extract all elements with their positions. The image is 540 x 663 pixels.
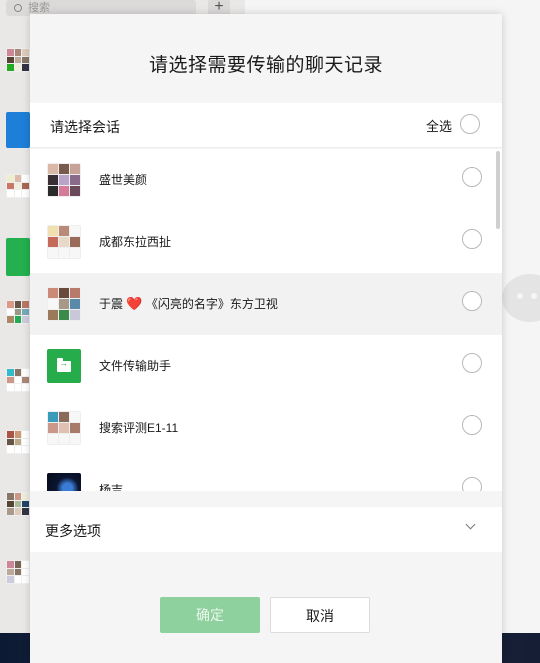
list-item[interactable]: 杨吉 xyxy=(30,459,502,491)
chat-avatar[interactable] xyxy=(6,48,30,72)
conversation-name: 成都东拉西扯 xyxy=(99,235,172,249)
chevron-down-icon[interactable] xyxy=(465,519,476,530)
group-avatar xyxy=(47,411,81,445)
chat-avatar[interactable] xyxy=(6,560,30,584)
conversation-radio[interactable] xyxy=(462,477,482,491)
conversation-radio[interactable] xyxy=(462,415,482,435)
conversation-name: 盛世美颜 xyxy=(99,173,148,187)
select-all-label[interactable]: 全选 xyxy=(426,116,452,135)
conversation-name: 搜索评测E1-11 xyxy=(99,421,179,435)
search-icon xyxy=(14,4,22,12)
chat-avatar[interactable] xyxy=(6,368,30,392)
select-conversation-label: 请选择会话 xyxy=(50,119,120,135)
conversation-list[interactable]: 盛世美颜 成都东拉西扯 于震 ❤️ 《闪亮的名字》东方卫视 文件传输助手 xyxy=(30,149,502,491)
group-avatar xyxy=(47,287,81,321)
more-options-row[interactable]: 更多选项 xyxy=(30,507,502,552)
list-item[interactable]: 成都东拉西扯 xyxy=(30,211,502,273)
heart-icon: ❤️ xyxy=(126,296,143,311)
chat-avatar[interactable] xyxy=(6,238,30,276)
confirm-button[interactable]: 确定 xyxy=(160,597,260,633)
list-item[interactable]: 盛世美颜 xyxy=(30,149,502,211)
select-all-radio[interactable] xyxy=(460,114,480,134)
chat-avatar[interactable] xyxy=(6,112,30,148)
transfer-chat-history-dialog: 请选择需要传输的聊天记录 请选择会话 全选 盛世美颜 成都东拉西扯 于震 ❤️ … xyxy=(30,14,502,663)
chat-avatar[interactable] xyxy=(6,430,30,454)
chat-avatar[interactable] xyxy=(6,300,30,324)
list-item[interactable]: 搜索评测E1-11 xyxy=(30,397,502,459)
group-avatar xyxy=(47,163,81,197)
list-item[interactable]: 于震 ❤️ 《闪亮的名字》东方卫视 xyxy=(30,273,502,335)
file-transfer-icon xyxy=(47,349,81,383)
conversation-radio[interactable] xyxy=(462,167,482,187)
conversation-name: 杨吉 xyxy=(99,483,124,491)
list-item[interactable]: 文件传输助手 xyxy=(30,335,502,397)
photo-avatar xyxy=(47,473,81,491)
conversation-radio[interactable] xyxy=(462,353,482,373)
wechat-watermark-icon xyxy=(502,274,540,322)
conversation-radio[interactable] xyxy=(462,229,482,249)
group-avatar xyxy=(47,225,81,259)
chat-avatar[interactable] xyxy=(6,492,30,516)
cancel-button[interactable]: 取消 xyxy=(270,597,370,633)
dialog-title: 请选择需要传输的聊天记录 xyxy=(148,55,383,76)
conversation-name: 文件传输助手 xyxy=(99,359,172,373)
conversation-name: 于震 ❤️ 《闪亮的名字》东方卫视 xyxy=(99,296,278,311)
list-scrollbar[interactable] xyxy=(496,151,500,229)
conversation-radio[interactable] xyxy=(462,291,482,311)
select-conversation-header: 请选择会话 全选 xyxy=(30,103,502,148)
chat-avatar[interactable] xyxy=(6,174,30,198)
more-options-label: 更多选项 xyxy=(45,523,101,539)
